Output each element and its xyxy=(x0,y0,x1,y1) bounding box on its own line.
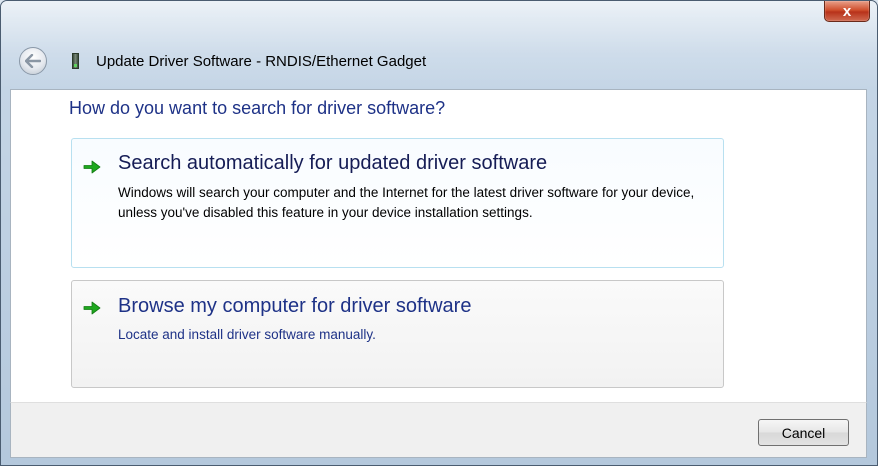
window-title: Update Driver Software - RNDIS/Ethernet … xyxy=(96,53,427,70)
option-title: Search automatically for updated driver … xyxy=(118,152,548,174)
green-arrow-icon xyxy=(83,301,101,315)
option-description: Locate and install driver software manua… xyxy=(118,327,376,342)
search-automatically-option[interactable]: Search automatically for updated driver … xyxy=(71,138,724,268)
cancel-button[interactable]: Cancel xyxy=(758,419,849,446)
close-button[interactable]: x xyxy=(824,1,870,22)
network-device-icon xyxy=(72,53,79,69)
content-panel: How do you want to search for driver sof… xyxy=(10,89,867,402)
back-button[interactable] xyxy=(19,47,47,75)
browse-computer-option[interactable]: Browse my computer for driver software L… xyxy=(71,280,724,388)
page-heading: How do you want to search for driver sof… xyxy=(69,98,446,118)
back-arrow-icon xyxy=(25,54,41,68)
dialog-window: x Update Driver Software - RNDIS/Etherne… xyxy=(0,0,878,466)
close-icon: x xyxy=(842,2,852,20)
green-arrow-icon xyxy=(83,160,101,174)
dialog-footer: Cancel xyxy=(10,402,867,458)
option-description: Windows will search your computer and th… xyxy=(118,185,695,220)
option-title: Browse my computer for driver software xyxy=(118,295,472,317)
